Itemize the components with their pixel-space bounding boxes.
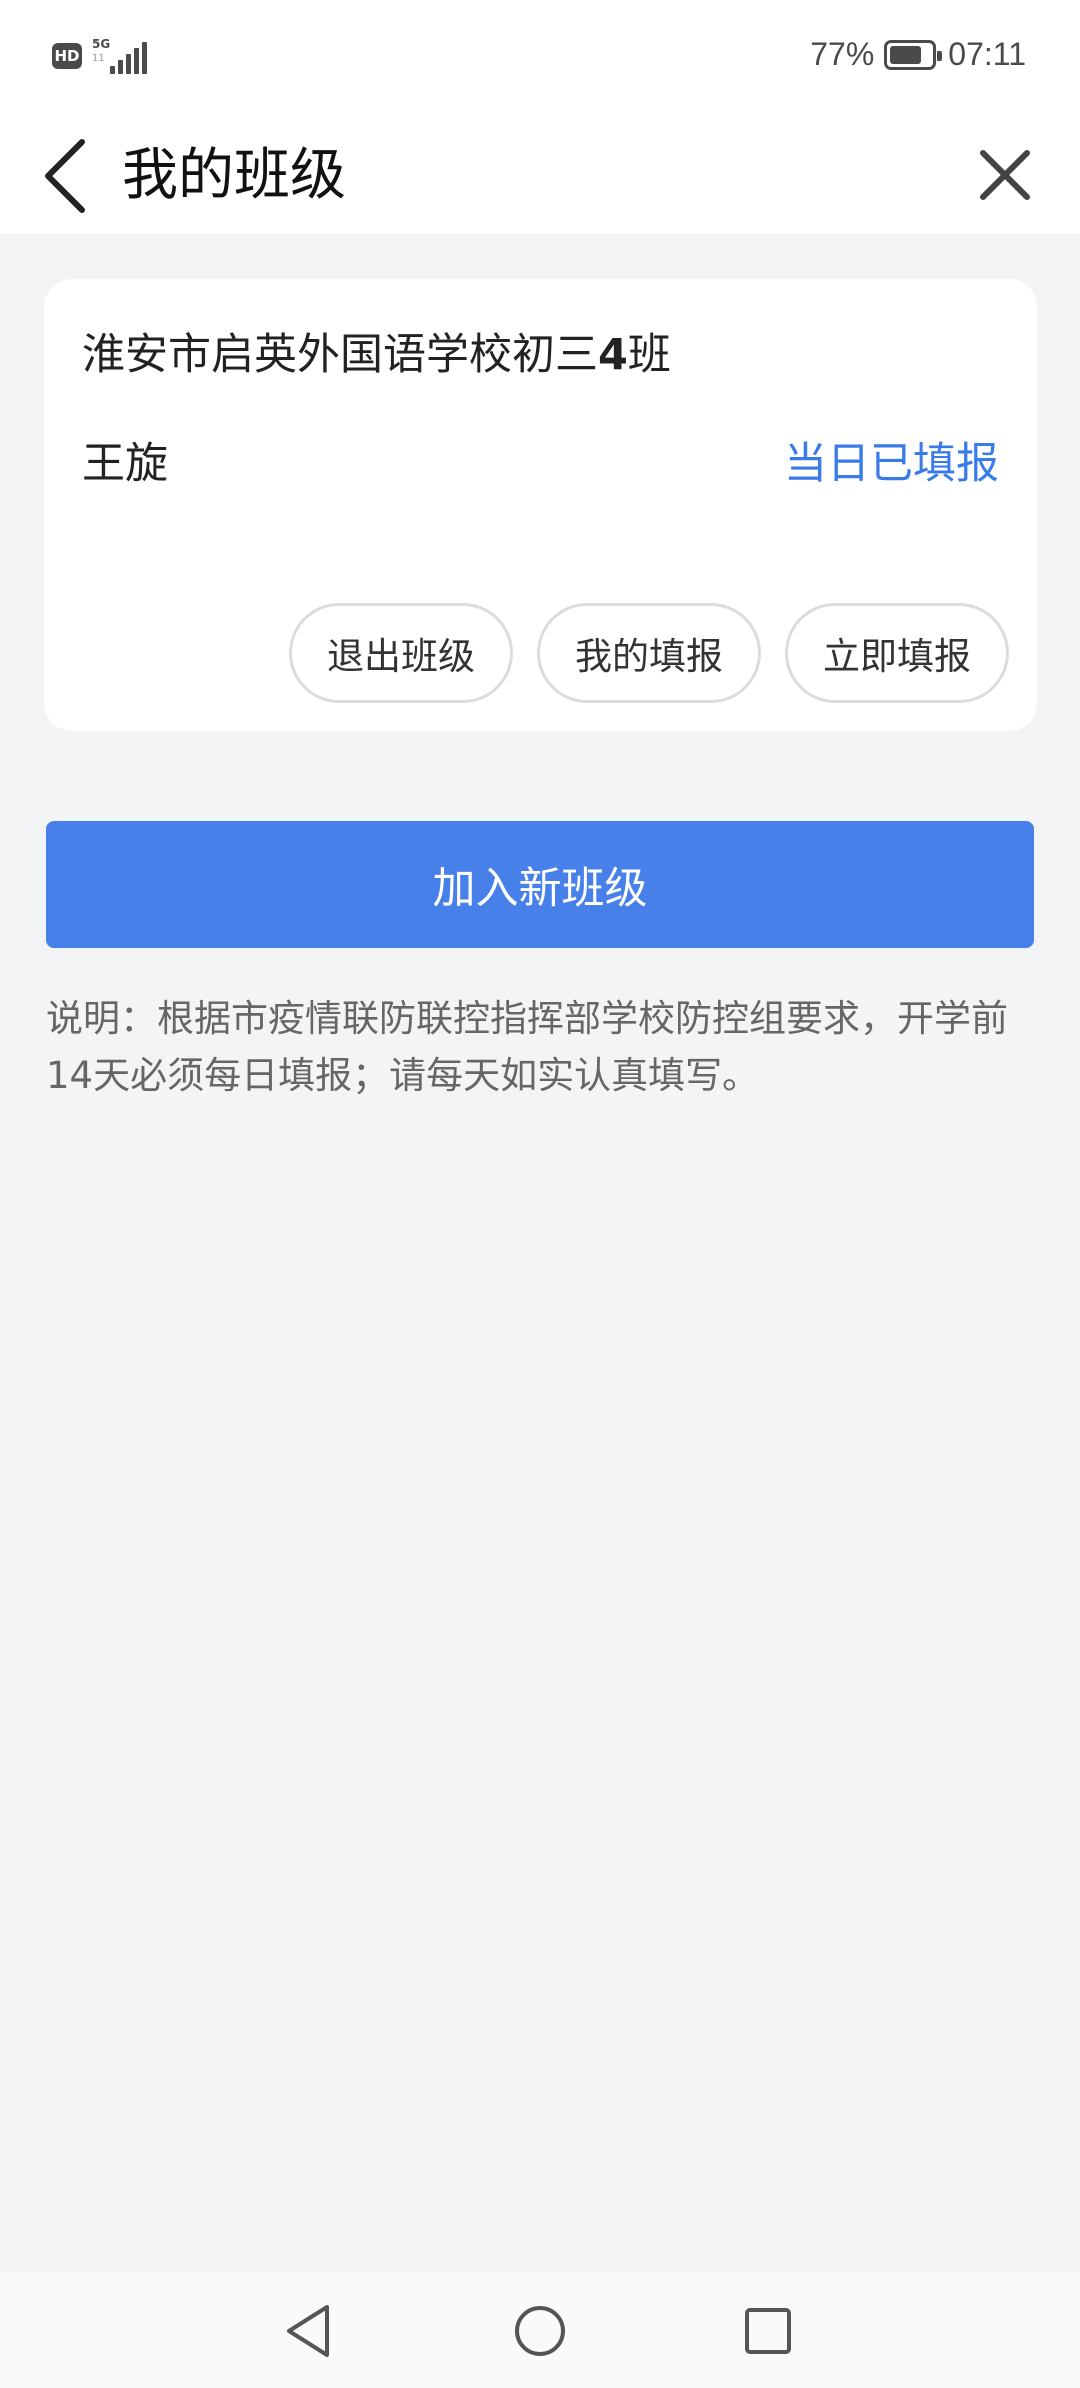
close-icon — [980, 150, 1030, 200]
battery-percent: 77% — [810, 36, 875, 72]
signal-icon: 5G 11 — [92, 38, 150, 74]
class-name-prefix: 淮安市启英外国语学校初三 — [82, 330, 598, 380]
chevron-left-icon — [45, 139, 85, 213]
nav-home-button[interactable] — [500, 2293, 580, 2369]
square-recents-icon — [745, 2308, 791, 2354]
network-sub: 11 — [92, 53, 105, 64]
report-status: 当日已填报 — [784, 439, 999, 489]
class-card: 淮安市启英外国语学校初三4班 王旋 当日已填报 退出班级 我的填报 立即填报 — [44, 279, 1037, 731]
triangle-back-icon — [287, 2305, 329, 2357]
nav-back-button[interactable] — [268, 2293, 348, 2369]
hd-badge: HD — [52, 43, 82, 69]
join-new-class-button[interactable]: 加入新班级 — [46, 821, 1034, 948]
leave-class-button[interactable]: 退出班级 — [289, 603, 513, 703]
student-name: 王旋 — [82, 439, 168, 489]
card-actions: 退出班级 我的填报 立即填报 — [289, 603, 1009, 703]
status-left: HD 5G 11 — [52, 38, 150, 74]
network-type: 5G — [92, 37, 111, 51]
close-button[interactable] — [960, 130, 1050, 220]
system-nav-bar — [0, 2273, 1080, 2388]
battery-fill — [890, 45, 922, 64]
nav-recents-button[interactable] — [728, 2293, 808, 2369]
signal-bars — [110, 42, 150, 74]
battery-icon — [884, 39, 943, 70]
class-number: 4 — [598, 330, 628, 380]
back-button[interactable] — [30, 128, 100, 224]
page-title: 我的班级 — [122, 143, 346, 208]
circle-home-icon — [515, 2306, 565, 2356]
status-right: 77% 07:11 — [810, 36, 1026, 73]
status-bar: HD 5G 11 77% 07:11 — [0, 0, 1080, 118]
my-reports-button[interactable]: 我的填报 — [537, 603, 761, 703]
report-now-button[interactable]: 立即填报 — [785, 603, 1009, 703]
clock: 07:11 — [948, 36, 1026, 72]
app-header: 我的班级 — [0, 118, 1080, 234]
notice-text: 说明：根据市疫情联防联控指挥部学校防控组要求，开学前14天必须每日填报；请每天如… — [46, 997, 1008, 1097]
class-name: 淮安市启英外国语学校初三4班 — [82, 325, 671, 385]
class-name-suffix: 班 — [627, 330, 671, 380]
